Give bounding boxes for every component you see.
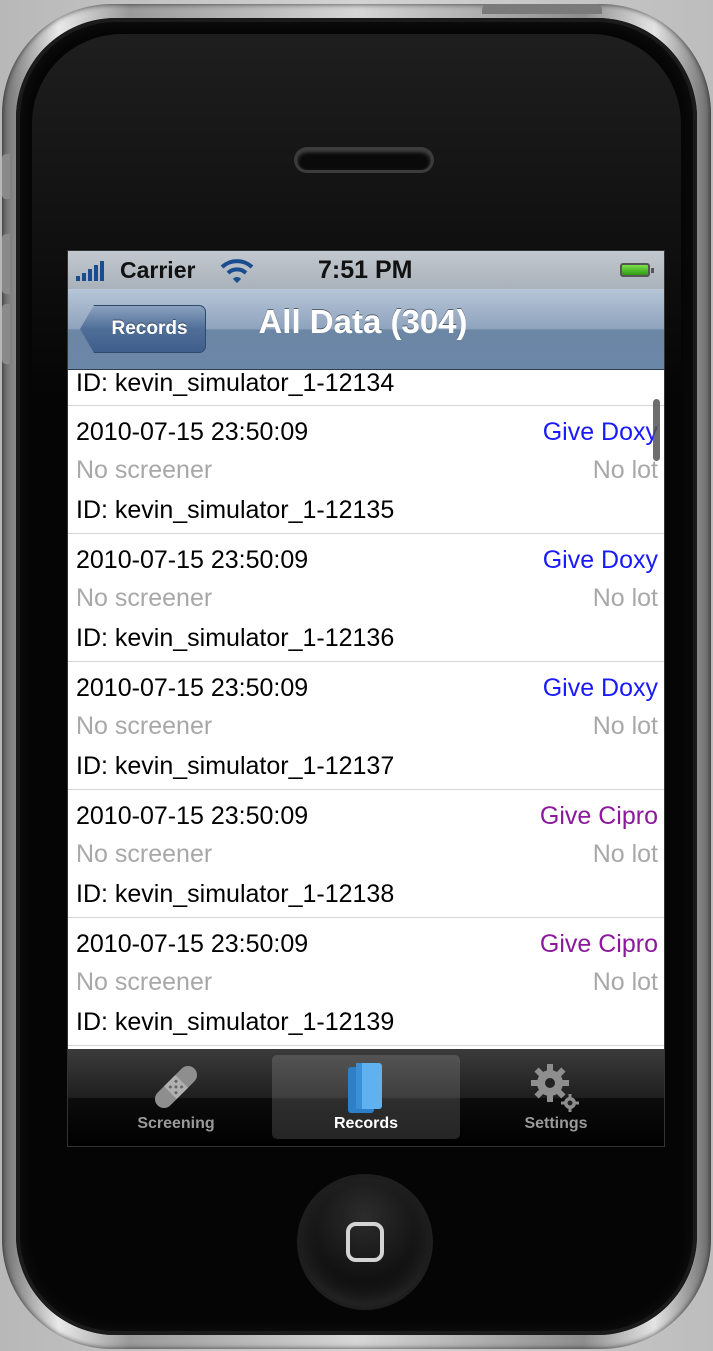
record-id: ID: kevin_simulator_1-12138 [76,880,395,908]
record-screener: No screener [76,968,213,996]
record-date: 2010-07-15 23:50:09 [76,930,309,958]
tab-screening[interactable]: Screening [82,1055,270,1139]
record-screener: No screener [76,712,213,740]
battery-icon [620,263,654,277]
list-item[interactable]: 2010-07-15 23:50:09 Give Cipro No screen… [68,790,664,918]
record-lot: No lot [592,968,658,996]
record-action: Give Doxy [542,674,658,702]
list-item[interactable]: 2010-07-15 23:50:09 Give Doxy No screene… [68,406,664,534]
record-lot: No lot [592,584,658,612]
earpiece-speaker [297,150,431,170]
books-icon [348,1063,382,1113]
volume-up-button[interactable] [2,234,10,294]
record-date: 2010-07-15 23:50:09 [76,802,309,830]
volume-down-button[interactable] [2,304,10,364]
clock-time: 7:51 PM [318,256,413,284]
record-date: 2010-07-15 23:50:09 [76,546,309,574]
record-id: ID: kevin_simulator_1-12134 [76,369,395,397]
records-list[interactable]: ID: kevin_simulator_1-12134 2010-07-15 2… [68,369,664,1049]
list-item[interactable]: 2010-07-15 23:50:09 Give Doxy No screene… [68,662,664,790]
scrollbar[interactable] [653,399,660,461]
home-square-icon [346,1222,384,1262]
record-screener: No screener [76,584,213,612]
record-lot: No lot [592,712,658,740]
record-id: ID: kevin_simulator_1-12137 [76,752,395,780]
sleep-button[interactable] [482,4,602,14]
tab-bar: Screening Records Settings [68,1049,664,1146]
bandage-icon [154,1065,198,1109]
tab-records[interactable]: Records [272,1055,460,1139]
status-bar: Carrier 7:51 PM [68,251,664,289]
record-action: Give Doxy [542,546,658,574]
tab-label: Settings [524,1115,588,1132]
record-id: ID: kevin_simulator_1-12136 [76,624,395,652]
record-lot: No lot [592,840,658,868]
page-title: All Data (304) [258,303,468,340]
tab-label: Records [333,1115,399,1132]
record-date: 2010-07-15 23:50:09 [76,674,309,702]
record-id: ID: kevin_simulator_1-12139 [76,1008,395,1036]
record-screener: No screener [76,840,213,868]
home-button[interactable] [300,1177,430,1307]
list-item[interactable]: ID: kevin_simulator_1-12134 [68,369,664,406]
record-action: Give Doxy [542,418,658,446]
record-id: ID: kevin_simulator_1-12135 [76,496,395,524]
tab-settings[interactable]: Settings [462,1055,650,1139]
record-date: 2010-07-15 23:50:09 [76,418,309,446]
mute-switch[interactable] [2,154,10,199]
record-screener: No screener [76,456,213,484]
gears-icon [531,1064,579,1112]
carrier-label: Carrier [120,257,196,283]
records-back-button[interactable]: Records [80,305,206,353]
navigation-bar: Records All Data (304) [68,289,664,370]
list-item[interactable]: 2010-07-15 23:50:09 Give Cipro No screen… [68,918,664,1046]
screen: Carrier 7:51 PM Records All Data (304) I… [67,250,665,1147]
wifi-icon [220,259,254,283]
tab-label: Screening [137,1115,215,1132]
record-action: Give Cipro [539,802,658,830]
record-action: Give Cipro [539,930,658,958]
list-item[interactable]: 2010-07-15 23:50:09 Give Doxy No screene… [68,534,664,662]
record-lot: No lot [592,456,658,484]
